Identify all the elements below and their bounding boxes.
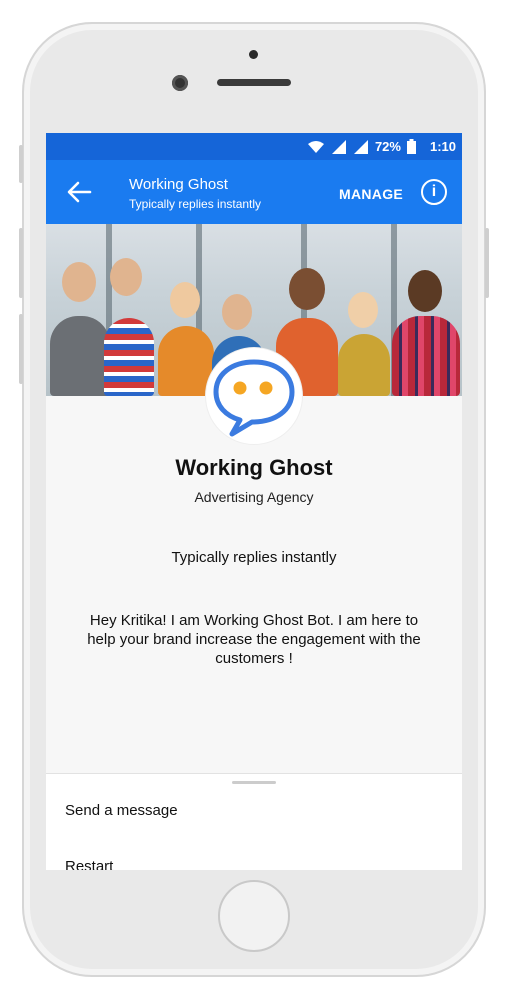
person-head <box>408 270 442 312</box>
volume-up-button <box>19 228 23 298</box>
person-head <box>222 294 252 330</box>
person-head <box>62 262 96 302</box>
app-bar: Working Ghost Typically replies instantl… <box>46 160 462 224</box>
sheet-drag-handle[interactable] <box>232 781 276 784</box>
status-bar: 72% 1:10 <box>46 133 462 160</box>
manage-button[interactable]: MANAGE <box>339 186 403 202</box>
person-head <box>110 258 142 296</box>
battery-percent: 72% <box>374 139 401 154</box>
app-bar-title: Working Ghost <box>129 176 228 193</box>
person <box>50 316 110 396</box>
person-head <box>289 268 325 310</box>
front-camera <box>172 75 188 91</box>
home-button[interactable] <box>218 880 290 952</box>
wifi-icon <box>307 140 324 153</box>
back-arrow-icon[interactable] <box>66 180 92 204</box>
send-message-button[interactable]: Send a message <box>65 802 178 819</box>
response-status: Typically replies instantly <box>171 549 337 566</box>
avatar <box>206 348 302 444</box>
signal-icon <box>331 139 346 154</box>
chat-bubble-logo-icon <box>213 359 295 437</box>
battery-icon <box>406 139 416 154</box>
person-head <box>348 292 378 328</box>
status-icons: 72% 1:10 <box>307 133 456 160</box>
mute-switch <box>19 145 23 183</box>
person <box>104 318 154 396</box>
intro-message: Hey Kritika! I am Working Ghost Bot. I a… <box>87 612 421 667</box>
info-icon[interactable]: i <box>421 179 447 205</box>
earpiece-speaker <box>217 79 291 86</box>
restart-button[interactable]: Restart <box>65 858 113 870</box>
proximity-sensor <box>249 50 258 59</box>
signal-roaming-icon <box>353 139 368 154</box>
clock: 1:10 <box>429 139 456 154</box>
action-sheet: Send a message Restart <box>46 773 462 870</box>
power-button <box>485 228 489 298</box>
app-bar-subtitle: Typically replies instantly <box>129 197 262 211</box>
volume-down-button <box>19 314 23 384</box>
page-name: Working Ghost <box>175 455 333 480</box>
page-category: Advertising Agency <box>194 489 314 505</box>
phone-screen: 72% 1:10 Working Ghost Typically replies… <box>46 133 462 870</box>
person-head <box>170 282 200 318</box>
person <box>338 334 390 396</box>
person <box>392 316 460 396</box>
